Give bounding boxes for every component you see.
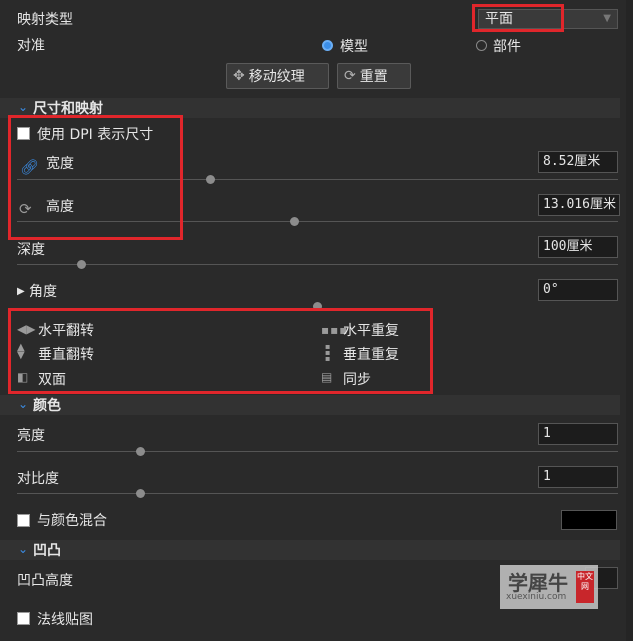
height-field[interactable]: 13.016厘米 xyxy=(538,194,620,216)
brightness-label: 亮度 xyxy=(17,428,45,444)
blend-color-swatch[interactable] xyxy=(561,510,617,530)
blend-color-label: 与颜色混合 xyxy=(37,513,107,529)
brightness-field[interactable]: 1 xyxy=(538,423,618,445)
watermark-side: 中文网 xyxy=(577,572,593,591)
depth-field[interactable]: 100厘米 xyxy=(538,236,618,258)
watermark-url: xuexiniu.com xyxy=(506,592,567,602)
refresh-icon: ⟳ xyxy=(344,68,356,84)
normal-map-checkbox[interactable] xyxy=(17,612,30,625)
align-label: 对准 xyxy=(17,38,45,54)
width-field[interactable]: 8.52厘米 xyxy=(538,151,618,173)
reset-button[interactable]: ⟳ 重置 xyxy=(337,63,411,89)
contrast-slider-track[interactable] xyxy=(17,493,618,494)
highlight-box-size xyxy=(8,115,183,240)
triangle-right-icon[interactable]: ▶ xyxy=(17,286,25,297)
width-slider-handle[interactable] xyxy=(206,175,215,184)
brightness-slider-handle[interactable] xyxy=(136,447,145,456)
depth-label: 深度 xyxy=(17,242,45,258)
brightness-slider-track[interactable] xyxy=(17,451,618,452)
radio-part[interactable] xyxy=(476,40,487,51)
move-texture-icon: ✥ xyxy=(233,68,245,84)
normal-map-label: 法线贴图 xyxy=(37,612,93,628)
section-color-title: 颜色 xyxy=(33,398,61,414)
depth-slider-handle[interactable] xyxy=(77,260,86,269)
move-texture-label: 移动纹理 xyxy=(248,69,305,85)
scrollbar[interactable] xyxy=(626,0,633,641)
chevron-down-icon: ⌄ xyxy=(18,542,29,556)
chevron-down-icon: ⌄ xyxy=(18,100,29,114)
reset-label: 重置 xyxy=(359,69,388,85)
section-bump-title: 凹凸 xyxy=(33,543,61,559)
watermark-logo: 学犀牛 xuexiniu.com 中文网 xyxy=(500,565,598,609)
radio-model[interactable] xyxy=(322,40,333,51)
contrast-slider-handle[interactable] xyxy=(136,489,145,498)
highlight-box-mapping-type xyxy=(472,4,564,32)
move-texture-button[interactable]: ✥ 移动纹理 xyxy=(226,63,329,89)
section-color[interactable]: ⌄ 颜色 xyxy=(0,395,620,415)
angle-field[interactable]: 0° xyxy=(538,279,618,301)
chevron-down-icon: ▼ xyxy=(603,13,611,24)
bump-height-label: 凹凸高度 xyxy=(17,573,73,589)
contrast-field[interactable]: 1 xyxy=(538,466,618,488)
mapping-type-label: 映射类型 xyxy=(17,12,73,28)
watermark-stamp: 中文网 xyxy=(576,571,594,603)
depth-slider-track[interactable] xyxy=(17,264,618,265)
angle-label: 角度 xyxy=(29,284,57,300)
highlight-box-flip-repeat xyxy=(8,308,433,394)
section-bump[interactable]: ⌄ 凹凸 xyxy=(0,540,620,560)
radio-model-label: 模型 xyxy=(340,39,368,55)
height-slider-handle[interactable] xyxy=(290,217,299,226)
chevron-down-icon: ⌄ xyxy=(18,397,29,411)
blend-color-checkbox[interactable] xyxy=(17,514,30,527)
contrast-label: 对比度 xyxy=(17,471,59,487)
radio-part-label: 部件 xyxy=(493,39,521,55)
